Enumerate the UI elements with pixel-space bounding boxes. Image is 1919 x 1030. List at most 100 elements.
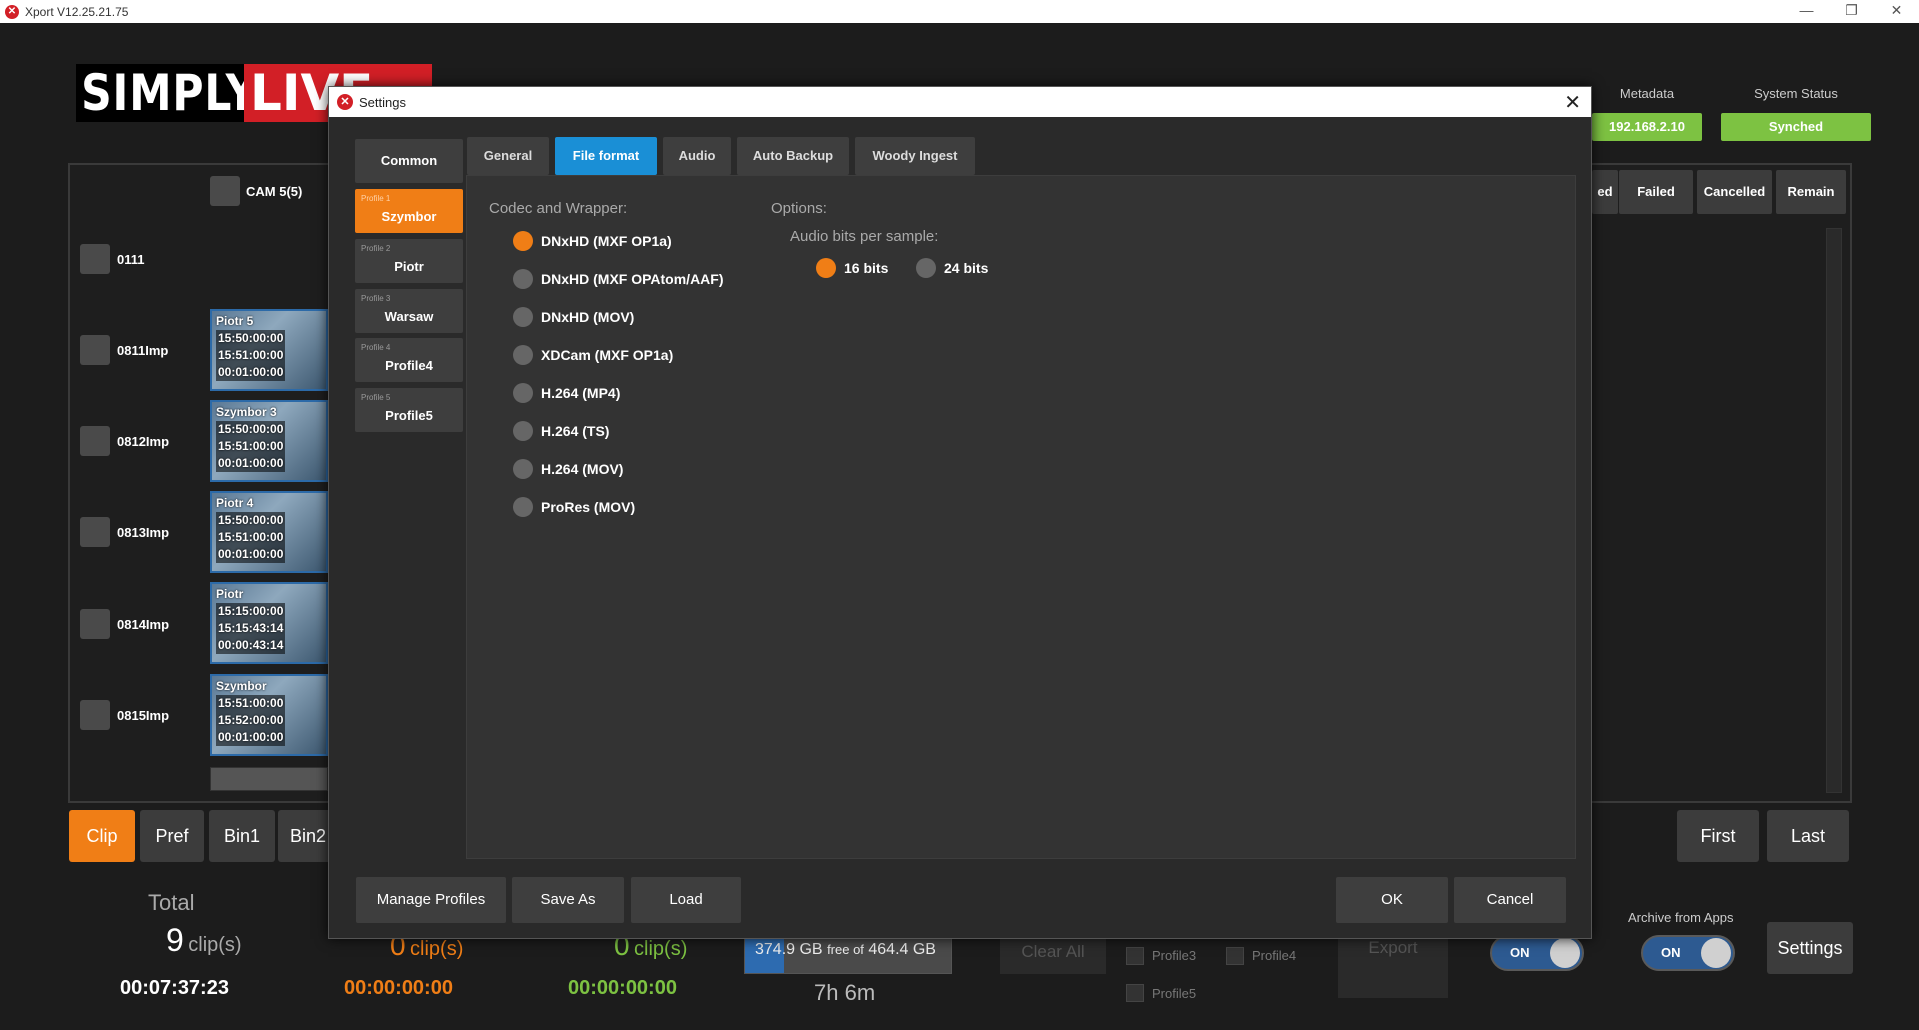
bits-24-radio[interactable] bbox=[916, 258, 936, 278]
row-checkbox[interactable] bbox=[80, 700, 110, 730]
cam-checkbox[interactable] bbox=[210, 176, 240, 206]
tab-clip[interactable]: Clip bbox=[69, 810, 135, 862]
minimize-button[interactable]: — bbox=[1784, 0, 1829, 23]
profile5-label: Profile5 bbox=[1152, 986, 1197, 1001]
profile-item-szymbor[interactable]: Profile 1 Szymbor bbox=[355, 189, 463, 233]
row-checkbox[interactable] bbox=[80, 426, 110, 456]
clip-name: Piotr 5 bbox=[216, 314, 254, 328]
profile3-checkbox[interactable] bbox=[1126, 947, 1144, 965]
profile-item-profile5[interactable]: Profile 5 Profile5 bbox=[355, 388, 463, 432]
clip-tc-in: 15:15:00:00 bbox=[216, 603, 286, 620]
row-checkbox[interactable] bbox=[80, 244, 110, 274]
clip-tc-out: 15:51:00:00 bbox=[216, 347, 286, 364]
total-unit: clip(s) bbox=[188, 934, 242, 956]
codec-radio[interactable] bbox=[513, 421, 533, 441]
clip-thumbnail[interactable]: Piotr 4 15:50:00:00 15:51:00:00 00:01:00:00 bbox=[210, 491, 328, 573]
metadata-ip-badge: 192.168.2.10 bbox=[1592, 113, 1702, 141]
export-toggle[interactable]: ON bbox=[1490, 935, 1584, 971]
horizontal-scrollbar[interactable] bbox=[210, 767, 328, 791]
row-checkbox[interactable] bbox=[80, 609, 110, 639]
options-title: Options: bbox=[771, 200, 827, 217]
common-button[interactable]: Common bbox=[355, 139, 463, 183]
codec-option[interactable]: XDCam (MXF OP1a) bbox=[541, 347, 673, 363]
codec-radio[interactable] bbox=[513, 383, 533, 403]
row-checkbox[interactable] bbox=[80, 517, 110, 547]
clip-tc-in: 15:50:00:00 bbox=[216, 421, 286, 438]
clip-thumbnail[interactable]: Szymbor 3 15:50:00:00 15:51:00:00 00:01:00:… bbox=[210, 400, 328, 482]
tab-audio[interactable]: Audio bbox=[663, 137, 731, 175]
codec-option[interactable]: DNxHD (MXF OP1a) bbox=[541, 233, 672, 249]
codec-radio[interactable] bbox=[513, 497, 533, 517]
codec-option[interactable]: DNxHD (MXF OPAtom/AAF) bbox=[541, 271, 724, 287]
row-label: 0813Imp bbox=[117, 525, 170, 540]
first-button[interactable]: First bbox=[1677, 810, 1759, 862]
clip-tc-out: 15:51:00:00 bbox=[216, 438, 286, 455]
disk-total: 464.4 GB bbox=[868, 941, 936, 958]
ok-button[interactable]: OK bbox=[1336, 877, 1448, 923]
clip-duration: 00:01:00:00 bbox=[216, 729, 286, 746]
codec-option[interactable]: ProRes (MOV) bbox=[541, 499, 635, 515]
clip-thumbnail[interactable]: Piotr 5 15:50:00:00 15:51:00:00 00:01:00:00 bbox=[210, 309, 328, 391]
system-status-label: System Status bbox=[1754, 86, 1838, 101]
xport-app: ✕ Xport V12.25.21.75 — ❐ ✕ SIMPLY LIVE C… bbox=[0, 0, 1919, 1030]
queue-unit: clip(s) bbox=[410, 938, 464, 960]
codec-option[interactable]: H.264 (TS) bbox=[541, 423, 609, 439]
save-as-button[interactable]: Save As bbox=[512, 877, 624, 923]
total-time: 00:07:37:23 bbox=[120, 977, 229, 999]
total-count-group: 9 clip(s) bbox=[166, 922, 242, 959]
header-remain[interactable]: Remain bbox=[1776, 170, 1846, 214]
profile-item-profile4[interactable]: Profile 4 Profile4 bbox=[355, 338, 463, 382]
brand-simply: SIMPLY bbox=[76, 64, 263, 122]
profile-name: Profile4 bbox=[385, 358, 433, 373]
bits-24-label[interactable]: 24 bits bbox=[944, 260, 988, 276]
profile-item-warsaw[interactable]: Profile 3 Warsaw bbox=[355, 289, 463, 333]
maximize-button[interactable]: ❐ bbox=[1829, 0, 1874, 23]
close-window-button[interactable]: ✕ bbox=[1874, 0, 1919, 23]
cancel-button[interactable]: Cancel bbox=[1454, 877, 1566, 923]
header-failed[interactable]: Failed bbox=[1619, 170, 1693, 214]
archive-label: Archive from Apps bbox=[1628, 910, 1734, 925]
codec-radio[interactable] bbox=[513, 459, 533, 479]
tab-bin1[interactable]: Bin1 bbox=[209, 810, 275, 862]
total-label: Total bbox=[148, 890, 195, 915]
codec-radio[interactable] bbox=[513, 269, 533, 289]
codec-option[interactable]: DNxHD (MOV) bbox=[541, 309, 634, 325]
codec-radio[interactable] bbox=[513, 231, 533, 251]
row-checkbox[interactable] bbox=[80, 335, 110, 365]
tab-general[interactable]: General bbox=[467, 137, 549, 175]
header-completed[interactable]: ed bbox=[1592, 170, 1618, 214]
export-button[interactable]: Export bbox=[1338, 930, 1448, 998]
tab-auto-backup[interactable]: Auto Backup bbox=[737, 137, 849, 175]
load-button[interactable]: Load bbox=[631, 877, 741, 923]
dialog-close-button[interactable]: ✕ bbox=[1564, 90, 1581, 115]
last-button[interactable]: Last bbox=[1767, 810, 1849, 862]
profile4-checkbox[interactable] bbox=[1226, 947, 1244, 965]
row-label: 0812Imp bbox=[117, 434, 170, 449]
codec-radio[interactable] bbox=[513, 345, 533, 365]
tab-woody-ingest[interactable]: Woody Ingest bbox=[855, 137, 975, 175]
dialog-titlebar: ✕ Settings ✕ bbox=[329, 87, 1591, 117]
profile-number: Profile 1 bbox=[361, 194, 391, 203]
clip-thumbnail[interactable]: Piotr 15:15:00:00 15:15:43:14 00:00:43:14 bbox=[210, 582, 328, 664]
vertical-scrollbar[interactable] bbox=[1826, 228, 1842, 793]
bits-16-radio[interactable] bbox=[816, 258, 836, 278]
tab-file-format[interactable]: File format bbox=[555, 137, 657, 175]
toggle-on-label: ON bbox=[1661, 945, 1681, 960]
profile4-label: Profile4 bbox=[1252, 948, 1297, 963]
codec-option[interactable]: H.264 (MP4) bbox=[541, 385, 620, 401]
manage-profiles-button[interactable]: Manage Profiles bbox=[356, 877, 506, 923]
clip-thumbnail[interactable]: Szymbor 15:51:00:00 15:52:00:00 00:01:00:00 bbox=[210, 674, 328, 756]
archive-toggle[interactable]: ON bbox=[1641, 935, 1735, 971]
profile-number: Profile 3 bbox=[361, 294, 391, 303]
profile5-checkbox[interactable] bbox=[1126, 984, 1144, 1002]
settings-button[interactable]: Settings bbox=[1767, 922, 1853, 974]
header-cancelled[interactable]: Cancelled bbox=[1697, 170, 1772, 214]
profile-name: Szymbor bbox=[381, 209, 437, 224]
profile-name: Profile5 bbox=[385, 408, 433, 423]
profile-name: Piotr bbox=[394, 259, 424, 274]
bits-16-label[interactable]: 16 bits bbox=[844, 260, 888, 276]
tab-pref[interactable]: Pref bbox=[140, 810, 204, 862]
profile-item-piotr[interactable]: Profile 2 Piotr bbox=[355, 239, 463, 283]
codec-radio[interactable] bbox=[513, 307, 533, 327]
codec-option[interactable]: H.264 (MOV) bbox=[541, 461, 623, 477]
